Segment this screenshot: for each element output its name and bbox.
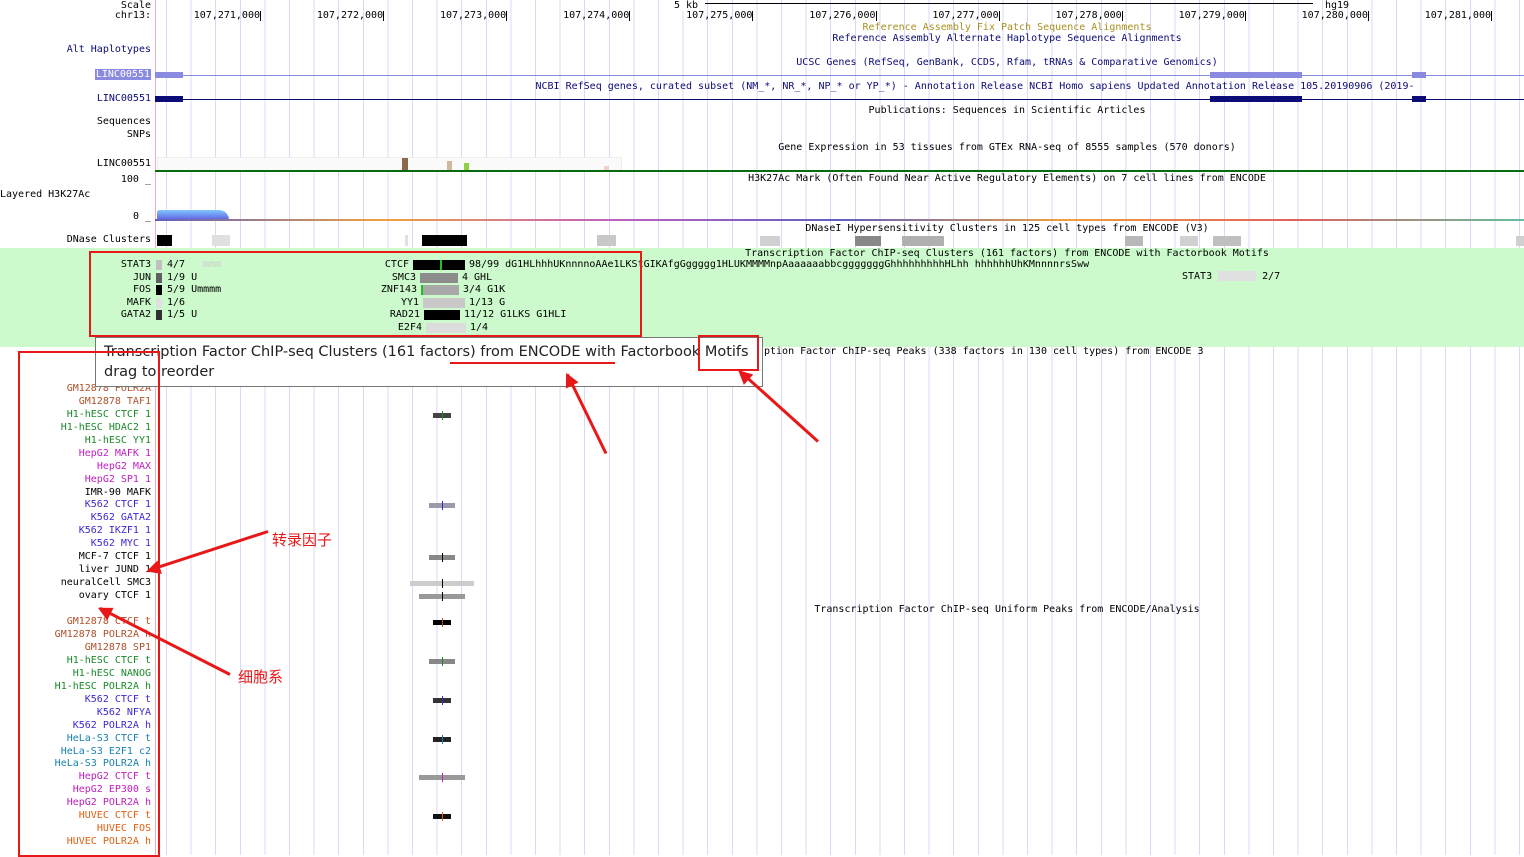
chrom-tick-mark bbox=[1491, 11, 1492, 21]
peaks-title[interactable]: ption Factor ChIP-seq Peaks (338 factors… bbox=[764, 346, 1204, 357]
annotation-box-tfbs bbox=[89, 251, 642, 337]
chrom-tick-label: 107,278,000 bbox=[1055, 10, 1122, 21]
chrom-tick-label: 107,275,000 bbox=[686, 10, 753, 21]
peak-summit bbox=[442, 592, 443, 602]
dnase-title[interactable]: DNaseI Hypersensitivity Clusters in 125 … bbox=[805, 223, 1208, 234]
peak-summit bbox=[442, 734, 443, 744]
tooltip: Transcription Factor ChIP-seq Clusters (… bbox=[95, 337, 763, 387]
peak-summit bbox=[442, 553, 443, 563]
chrom-tick-mark bbox=[1121, 11, 1123, 21]
uniform-peaks-title[interactable]: Transcription Factor ChIP-seq Uniform Pe… bbox=[814, 604, 1199, 615]
dnase-label[interactable]: DNase Clusters bbox=[67, 234, 151, 245]
peak-mark[interactable] bbox=[410, 579, 474, 589]
ucsc-gene-label[interactable]: LINC00551 bbox=[94, 69, 151, 80]
refseq-title[interactable]: NCBI RefSeq genes, curated subset (NM_*,… bbox=[536, 81, 1415, 92]
refseq-gene-label[interactable]: LINC00551 bbox=[97, 93, 151, 104]
annotation-box-motifs bbox=[698, 335, 759, 371]
h3k27ac-baseline bbox=[155, 219, 1524, 221]
gtex-baseline bbox=[155, 170, 1524, 172]
scale-bar bbox=[705, 3, 1313, 4]
h3k27ac-title[interactable]: H3K27Ac Mark (Often Found Near Active Re… bbox=[748, 173, 1266, 184]
peak-mark[interactable] bbox=[433, 618, 451, 627]
chrom-tick-mark bbox=[506, 11, 508, 21]
chrom-tick-mark bbox=[629, 11, 631, 21]
peak-mark[interactable] bbox=[429, 501, 455, 511]
peak-mark[interactable] bbox=[429, 553, 455, 563]
peak-summit bbox=[442, 656, 443, 666]
h3k27ac-max: 100 _ bbox=[120, 174, 151, 185]
peak-mark[interactable] bbox=[419, 773, 465, 783]
peak-summit bbox=[442, 812, 443, 822]
peak-mark[interactable] bbox=[433, 695, 451, 705]
peak-summit bbox=[442, 618, 443, 627]
alt-haplo-title[interactable]: Reference Assembly Alternate Haplotype S… bbox=[832, 33, 1181, 44]
tf-score: 2/7 bbox=[1262, 271, 1281, 282]
peak-mark[interactable] bbox=[429, 656, 455, 666]
fix-patch-title[interactable]: Reference Assembly Fix Patch Sequence Al… bbox=[863, 22, 1152, 33]
ucsc-genes-title[interactable]: UCSC Genes (RefSeq, GenBank, CCDS, Rfam,… bbox=[796, 57, 1217, 68]
gtex-plot[interactable] bbox=[157, 157, 622, 171]
tooltip-title: Transcription Factor ChIP-seq Clusters (… bbox=[104, 344, 749, 360]
tf-name: STAT3 bbox=[1182, 271, 1213, 282]
peak-summit bbox=[442, 501, 443, 511]
peak-summit bbox=[442, 773, 443, 783]
chrom-tick-mark bbox=[752, 11, 754, 21]
peak-summit bbox=[442, 410, 443, 420]
gtex-label[interactable]: LINC00551 bbox=[97, 158, 151, 169]
chrom-tick-label: 107,271,000 bbox=[193, 10, 260, 21]
gtex-title[interactable]: Gene Expression in 53 tissues from GTEx … bbox=[778, 142, 1236, 153]
sequences-label[interactable]: Sequences bbox=[97, 116, 151, 127]
peak-summit bbox=[442, 695, 443, 705]
peak-mark[interactable] bbox=[433, 410, 451, 420]
annotation-box-cells bbox=[18, 351, 160, 857]
chrom-tick-label: 107,272,000 bbox=[316, 10, 384, 21]
chrom-tick-label: 107,280,000 bbox=[1301, 10, 1368, 21]
annotation-tf-label: 转录因子 bbox=[272, 531, 333, 549]
chrom-tick-mark bbox=[383, 11, 385, 21]
chrom-tick-label: 107,277,000 bbox=[932, 10, 999, 21]
peak-mark[interactable] bbox=[433, 812, 451, 822]
snps-label[interactable]: SNPs bbox=[127, 129, 151, 140]
chrom-tick-label: 107,273,000 bbox=[439, 10, 507, 21]
browser-grid bbox=[155, 0, 1524, 855]
chrom-tick-mark bbox=[875, 11, 877, 21]
chrom-tick-label: 107,281,000 bbox=[1424, 10, 1491, 21]
chrom-tick-mark bbox=[1367, 11, 1369, 21]
chrom-tick-label: 107,276,000 bbox=[809, 10, 876, 21]
tfbs-title[interactable]: Transcription Factor ChIP-seq Clusters (… bbox=[745, 248, 1269, 259]
h3k27ac-min: 0 _ bbox=[132, 211, 151, 222]
chrom-tick-label: 107,279,000 bbox=[1178, 10, 1245, 21]
annotation-underline bbox=[450, 362, 615, 364]
alt-haplo-label[interactable]: Alt Haplotypes bbox=[67, 44, 151, 55]
chrom-tick-mark bbox=[260, 11, 261, 21]
chrom-tick-label: 107,274,000 bbox=[563, 10, 630, 21]
h3k27ac-label[interactable]: Layered H3K27Ac bbox=[0, 189, 90, 200]
peak-mark[interactable] bbox=[433, 734, 451, 744]
annotation-cell-label: 细胞系 bbox=[238, 668, 284, 686]
peak-mark[interactable] bbox=[419, 592, 465, 602]
ucsc-gene-line[interactable] bbox=[155, 72, 1524, 78]
peak-summit bbox=[442, 579, 443, 589]
chrom-tick-mark bbox=[998, 11, 1000, 21]
chrom-tick-mark bbox=[1244, 11, 1246, 21]
tfbs-stat3-right[interactable]: STAT3 2/7 bbox=[1182, 271, 1280, 282]
publications-title[interactable]: Publications: Sequences in Scientific Ar… bbox=[869, 105, 1146, 116]
tooltip-hint: drag to reorder bbox=[104, 364, 215, 380]
chrom-label: chr13: bbox=[114, 10, 151, 21]
refseq-gene-line[interactable] bbox=[155, 96, 1524, 102]
